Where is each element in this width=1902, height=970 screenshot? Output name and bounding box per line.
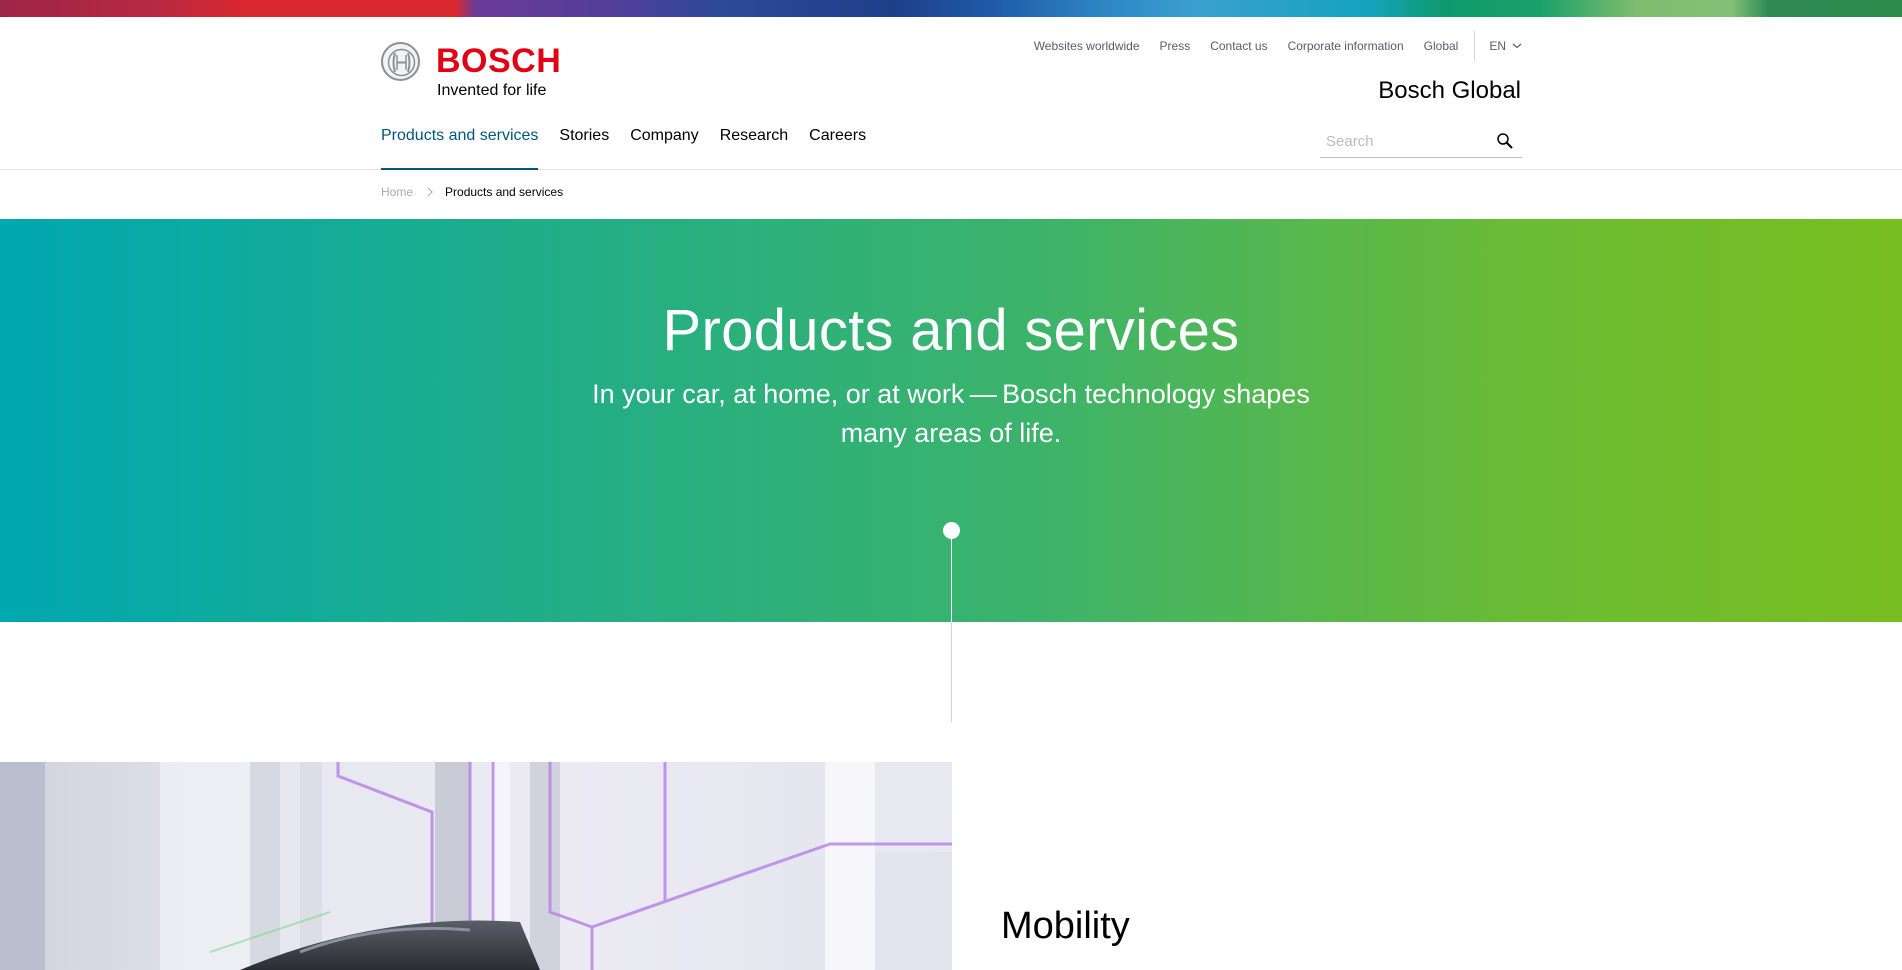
search-input[interactable]	[1320, 126, 1490, 156]
bosch-logo[interactable]: BOSCH Invented for life	[381, 42, 561, 102]
page-title: Products and services	[662, 298, 1240, 363]
chevron-right-icon	[427, 187, 433, 197]
chevron-down-icon	[1512, 43, 1522, 49]
section-title-mobility: Mobility	[1001, 905, 1130, 947]
bosch-armature-icon	[381, 42, 420, 81]
nav-item-stories[interactable]: Stories	[559, 126, 609, 170]
nav-item-careers[interactable]: Careers	[809, 126, 866, 170]
mobility-teaser-image[interactable]	[0, 762, 952, 970]
breadcrumb: Home Products and services	[381, 185, 563, 199]
language-label: EN	[1489, 39, 1506, 53]
scroll-indicator-line	[951, 531, 952, 622]
nav-item-company[interactable]: Company	[630, 126, 698, 170]
language-selector[interactable]: EN	[1489, 39, 1522, 53]
main-nav: Products and services Stories Company Re…	[381, 126, 887, 170]
site-header: BOSCH Invented for life Websites worldwi…	[0, 17, 1902, 170]
utility-link-contact-us[interactable]: Contact us	[1210, 39, 1267, 53]
brand-wordmark: BOSCH	[436, 42, 562, 80]
utility-link-global[interactable]: Global	[1424, 39, 1459, 53]
utility-link-websites-worldwide[interactable]: Websites worldwide	[1034, 39, 1140, 53]
utility-divider	[1474, 31, 1476, 61]
site-title: Bosch Global	[1378, 77, 1521, 104]
nav-item-products-and-services[interactable]: Products and services	[381, 126, 539, 170]
brand-tagline: Invented for life	[437, 82, 547, 99]
utility-link-corporate-information[interactable]: Corporate information	[1288, 39, 1404, 53]
scroll-indicator-line-continued	[951, 622, 952, 722]
search-box	[1320, 126, 1522, 158]
breadcrumb-current: Products and services	[445, 185, 564, 199]
utility-nav: Websites worldwide Press Contact us Corp…	[1014, 31, 1522, 61]
nav-item-research[interactable]: Research	[720, 126, 788, 170]
breadcrumb-home[interactable]: Home	[381, 185, 413, 199]
hero-banner: Products and services In your car, at ho…	[0, 219, 1902, 622]
utility-link-press[interactable]: Press	[1160, 39, 1191, 53]
search-icon[interactable]	[1496, 132, 1514, 150]
hero-subtitle: In your car, at home, or at work — Bosch…	[592, 379, 1310, 448]
supergraphic-stripe	[0, 0, 1902, 17]
